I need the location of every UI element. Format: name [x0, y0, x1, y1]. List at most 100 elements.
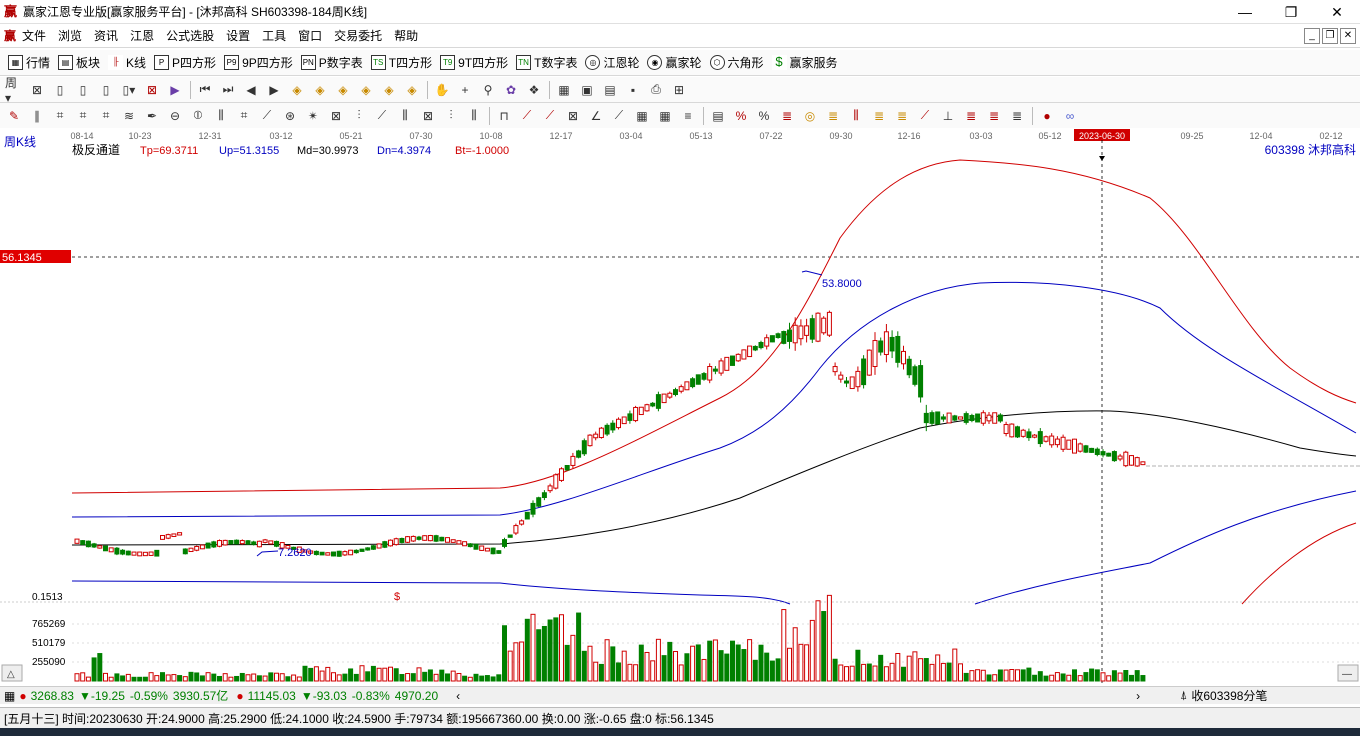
- mdi-restore-button[interactable]: ❐: [1322, 28, 1338, 44]
- close-button[interactable]: ✕: [1314, 0, 1360, 24]
- draw-tool-27[interactable]: ▦: [633, 107, 651, 125]
- tick-detail-label[interactable]: 收603398分笔: [1191, 687, 1267, 704]
- draw-tool-41[interactable]: ≣: [962, 107, 980, 125]
- scroll-right-icon[interactable]: ›: [1136, 689, 1140, 703]
- period-dropdown[interactable]: 周▾: [5, 76, 23, 105]
- tool-icon-x[interactable]: ❖: [525, 81, 543, 99]
- menu-formula[interactable]: 公式选股: [166, 27, 214, 44]
- draw-tool-8[interactable]: ⦶: [189, 107, 207, 125]
- diamond-icon-5[interactable]: ◈: [380, 81, 398, 99]
- draw-tool-20[interactable]: ⫼: [465, 107, 483, 125]
- index-grid-icon[interactable]: ▦: [4, 689, 15, 703]
- zoom-icon[interactable]: ⚲: [479, 81, 497, 99]
- prev-icon[interactable]: ◀: [242, 81, 260, 99]
- draw-tool-5[interactable]: ≋: [120, 107, 138, 125]
- menu-file[interactable]: 文件: [22, 27, 46, 44]
- diamond-icon-3[interactable]: ◈: [334, 81, 352, 99]
- minimize-button[interactable]: —: [1222, 0, 1268, 24]
- draw-tool-1[interactable]: ∥: [28, 107, 46, 125]
- color-wheel-icon[interactable]: ●: [1038, 107, 1056, 125]
- tool-icon-6[interactable]: ⊠: [143, 81, 161, 99]
- draw-tool-9[interactable]: ⫼: [212, 107, 230, 125]
- next-icon[interactable]: ▶: [265, 81, 283, 99]
- tool-icon-2[interactable]: ▯: [51, 81, 69, 99]
- menu-settings[interactable]: 设置: [226, 27, 250, 44]
- tool-icon-4[interactable]: ▯: [97, 81, 115, 99]
- tool-icon-7[interactable]: ▶: [166, 81, 184, 99]
- toolbar-kline[interactable]: ╟ K线: [108, 54, 146, 71]
- percent-icon[interactable]: %: [755, 107, 773, 125]
- diamond-icon-4[interactable]: ◈: [357, 81, 375, 99]
- draw-tool-35[interactable]: ≣: [824, 107, 842, 125]
- last-page-icon[interactable]: ⏭: [219, 81, 237, 99]
- draw-tool-16[interactable]: ⟋: [373, 107, 391, 125]
- toolbar-sectors[interactable]: ▤ 板块: [58, 54, 100, 71]
- draw-tool-40[interactable]: ⊥: [939, 107, 957, 125]
- tool-icon-w[interactable]: ✿: [502, 81, 520, 99]
- draw-tool-11[interactable]: ⟋: [258, 107, 276, 125]
- draw-tool-3[interactable]: ⌗: [74, 107, 92, 125]
- draw-tool-4[interactable]: ⌗: [97, 107, 115, 125]
- draw-tool-31[interactable]: %: [732, 107, 750, 125]
- toolbar-t-table[interactable]: TN T数字表: [516, 54, 577, 71]
- toolbar-service[interactable]: $ 赢家服务: [771, 54, 838, 71]
- calculator-icon[interactable]: ▣: [578, 81, 596, 99]
- chart-area[interactable]: 08-14 10-23 12-31 03-12 05-21 07-30 10-08 12-17…: [0, 128, 1360, 683]
- tool-icon-3[interactable]: ▯: [74, 81, 92, 99]
- toolbar-hexagon[interactable]: ⬡ 六角形: [709, 54, 764, 71]
- draw-tool-19[interactable]: ⫶: [442, 107, 460, 125]
- diamond-icon-2[interactable]: ◈: [311, 81, 329, 99]
- draw-tool-38[interactable]: ≣: [893, 107, 911, 125]
- table-icon[interactable]: ▤: [601, 81, 619, 99]
- draw-tool-23[interactable]: ⟋: [541, 107, 559, 125]
- draw-tool-37[interactable]: ≣: [870, 107, 888, 125]
- menu-tools[interactable]: 工具: [262, 27, 286, 44]
- draw-tool-24[interactable]: ⊠: [564, 107, 582, 125]
- toolbar-t-square[interactable]: TS T四方形: [370, 54, 432, 71]
- draw-tool-2[interactable]: ⌗: [51, 107, 69, 125]
- infinity-icon[interactable]: ∞: [1061, 107, 1079, 125]
- menu-gann[interactable]: 江恩: [130, 27, 154, 44]
- draw-tool-15[interactable]: ⫶: [350, 107, 368, 125]
- toolbar-winner-wheel[interactable]: ◉ 赢家轮: [647, 54, 702, 71]
- candle-type-icon[interactable]: ▯▾: [120, 81, 138, 99]
- draw-tool-10[interactable]: ⌗: [235, 107, 253, 125]
- tool-icon-1[interactable]: ⊠: [28, 81, 46, 99]
- draw-tool-14[interactable]: ⊠: [327, 107, 345, 125]
- draw-tool-36[interactable]: ⫼: [847, 107, 865, 125]
- draw-tool-34[interactable]: ◎: [801, 107, 819, 125]
- draw-tool-6[interactable]: ✒: [143, 107, 161, 125]
- mdi-minimize-button[interactable]: _: [1304, 28, 1320, 44]
- menu-browse[interactable]: 浏览: [58, 27, 82, 44]
- crosshair-icon[interactable]: +: [456, 81, 474, 99]
- menu-help[interactable]: 帮助: [394, 27, 418, 44]
- pen-icon[interactable]: ✎: [5, 107, 23, 125]
- draw-tool-43[interactable]: ≣: [1008, 107, 1026, 125]
- toolbar-p-square[interactable]: P P四方形: [154, 54, 216, 71]
- draw-tool-17[interactable]: ⫼: [396, 107, 414, 125]
- scroll-left-icon[interactable]: ‹: [456, 689, 460, 703]
- draw-tool-42[interactable]: ≣: [985, 107, 1003, 125]
- mdi-close-button[interactable]: ✕: [1340, 28, 1356, 44]
- draw-tool-12[interactable]: ⊛: [281, 107, 299, 125]
- draw-tool-21[interactable]: ⊓: [495, 107, 513, 125]
- draw-tool-30[interactable]: ▤: [709, 107, 727, 125]
- toolbar-gann-wheel[interactable]: ◎ 江恩轮: [585, 54, 639, 71]
- export-icon[interactable]: ⊞: [670, 81, 688, 99]
- calendar-icon[interactable]: ▦: [555, 81, 573, 99]
- toolbar-9t-square[interactable]: T9 9T四方形: [440, 54, 508, 71]
- toolbar-9p-square[interactable]: P9 9P四方形: [224, 54, 293, 71]
- draw-tool-18[interactable]: ⊠: [419, 107, 437, 125]
- hand-icon[interactable]: ✋: [433, 81, 451, 99]
- draw-tool-39[interactable]: ⟋: [916, 107, 934, 125]
- draw-tool-28[interactable]: ▦: [656, 107, 674, 125]
- draw-tool-7[interactable]: ⊖: [166, 107, 184, 125]
- tick-detail-icon[interactable]: ⍋: [1180, 688, 1187, 703]
- menu-trade[interactable]: 交易委托: [334, 27, 382, 44]
- menu-window[interactable]: 窗口: [298, 27, 322, 44]
- diamond-icon-6[interactable]: ◈: [403, 81, 421, 99]
- kline-chart[interactable]: 08-14 10-23 12-31 03-12 05-21 07-30 10-08 12-17…: [0, 128, 1360, 683]
- draw-tool-13[interactable]: ✴: [304, 107, 322, 125]
- menu-info[interactable]: 资讯: [94, 27, 118, 44]
- toolbar-quotes[interactable]: ▦ 行情: [8, 54, 50, 71]
